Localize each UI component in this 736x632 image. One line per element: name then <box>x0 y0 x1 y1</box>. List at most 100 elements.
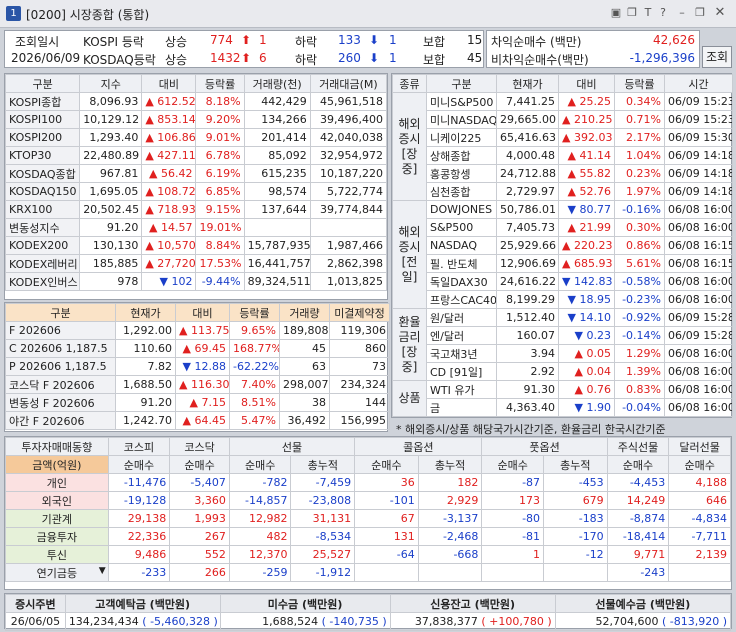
table-row[interactable]: CD [91일] 2.92 ▲ 0.04 1.39% 06/08 16:00 <box>393 362 733 381</box>
close-icon[interactable]: ✕ <box>714 6 726 19</box>
index-name: KTOP30 <box>4 146 81 165</box>
investor-value: 12,982 <box>228 509 292 528</box>
investor-value: -183 <box>543 509 608 528</box>
group-header: 풋옵션 <box>481 437 608 456</box>
investor-value: 267 <box>169 527 230 546</box>
futures-change: ▲ 69.45 <box>175 339 230 358</box>
overseas-name: 원/달러 <box>426 308 497 327</box>
limit-up-count: 6 <box>259 51 267 65</box>
table-row[interactable]: 국고채3년 3.94 ▲ 0.05 1.29% 06/08 16:00 <box>393 344 733 363</box>
table-row[interactable]: KODEX레버리 185,885 ▲ 27,720 17.53% 16,441,757 2… <box>4 254 388 273</box>
table-row[interactable]: 야간 F 202606 1,242.70 ▲ 64.45 5.47% 36,492 156… <box>5 411 390 430</box>
overseas-rate: -0.16% <box>614 200 665 219</box>
restore-icon[interactable]: ❐ <box>694 7 706 19</box>
index-name: KODEX인버스 <box>4 272 81 291</box>
group-header: 콜옵션 <box>354 437 483 456</box>
futures-deposit: 52,704,600 ( -813,920 ) <box>554 612 732 631</box>
investor-value: 9,771 <box>606 545 670 564</box>
table-row[interactable]: 코스닥 F 202606 1,688.50 ▲ 116.30 7.40% 298,007… <box>5 375 390 394</box>
table-row[interactable]: NASDAQ 25,929.66 ▲ 220.23 0.86% 06/08 16:15 <box>393 236 733 255</box>
table-row[interactable]: KOSDAQ150 1,695.05 ▲ 108.72 6.85% 98,574 5,72… <box>4 182 388 201</box>
column-header: 구분 <box>5 303 116 322</box>
overseas-change: ▲ 25.25 <box>558 92 615 111</box>
table-row[interactable]: F 202606 1,292.00 ▲ 113.75 9.65% 189,808 119,… <box>5 321 390 340</box>
table-row[interactable]: 금융투자 22,336 267 482 -8,534 131 -2,468 -81 -170 -1… <box>5 527 731 546</box>
column-header: 순매수 <box>354 455 419 474</box>
table-row[interactable]: 투신 9,486 552 12,370 25,527 -64 -668 1 -12 9,771 2,… <box>5 545 731 564</box>
column-header: 총누적 <box>290 455 356 474</box>
table-row[interactable]: 엔/달러 160.07 ▼ 0.23 -0.14% 06/09 15:28 <box>393 326 733 345</box>
table-row[interactable]: 심천종합 2,729.97 ▲ 52.76 1.97% 06/09 14:18 <box>393 182 733 201</box>
table-row[interactable]: KOSDAQ종합 967.81 ▲ 56.42 6.19% 615,235 10,187,… <box>4 164 388 183</box>
investor-value: -7,459 <box>290 473 356 492</box>
overseas-rate: 1.39% <box>614 362 665 381</box>
query-date[interactable]: 2026/06/09 <box>11 51 80 65</box>
investor-value: 552 <box>169 545 230 564</box>
investor-value: 25,527 <box>290 545 356 564</box>
group-header: 선물 <box>228 437 356 456</box>
investor-value: -453 <box>543 473 608 492</box>
table-row[interactable]: 금 4,363.40 ▼ 1.90 -0.04% 06/08 16:00 <box>393 398 733 417</box>
down-label: 하락 <box>295 35 318 49</box>
table-row[interactable]: KOSPI200 1,293.40 ▲ 106.86 9.01% 201,414 42,0… <box>4 128 388 147</box>
overseas-rate: 0.30% <box>614 218 665 237</box>
investor-value: -8,874 <box>606 509 670 528</box>
limit-up-count: 1 <box>259 33 267 47</box>
table-row[interactable]: 상품 WTI 유가 91.30 ▲ 0.76 0.83% 06/08 16:00 <box>392 380 733 417</box>
table-row[interactable]: 필. 반도체 12,906.69 ▲ 685.93 5.61% 06/08 16:15 <box>393 254 733 273</box>
overseas-change: ▼ 80.77 <box>558 200 615 219</box>
index-rate: 19.01% <box>195 218 245 237</box>
table-row[interactable]: S&P500 7,405.73 ▲ 21.99 0.30% 06/08 16:00 <box>393 218 733 237</box>
table-row[interactable]: 기관계 29,138 1,993 12,982 31,131 67 -3,137 -80 -18… <box>5 509 731 528</box>
table-row[interactable]: 상해종합 4,000.48 ▲ 41.14 1.04% 06/09 14:18 <box>393 146 733 165</box>
table-row[interactable]: P 202606 1,187.5 7.82 ▼ 12.88 -62.22% 63 73 <box>5 357 390 376</box>
dropdown-icon[interactable]: ▼ <box>99 566 106 576</box>
column-header: 시간 <box>664 74 733 93</box>
help-icon[interactable]: ? <box>657 7 669 19</box>
table-row[interactable]: KODEX200 130,130 ▲ 10,570 8.84% 15,787,935 1,… <box>4 236 388 255</box>
table-row[interactable]: 환율 금리 [장중] 원/달러 1,512.40 ▼ 14.10 -0.92% 06/09… <box>392 308 733 381</box>
index-name: KOSDAQ150 <box>4 182 81 201</box>
table-row[interactable]: 니케이225 65,416.63 ▲ 392.03 2.17% 06/09 15:30 <box>393 128 733 147</box>
table-row[interactable]: KRX100 20,502.45 ▲ 718.93 9.15% 137,644 39,77… <box>4 200 388 219</box>
column-header: 대비 <box>558 74 615 93</box>
text-size-icon[interactable]: T <box>642 7 654 19</box>
table-row[interactable]: 변동성 F 202606 91.20 ▲ 7.15 8.51% 38 144 <box>5 393 390 412</box>
index-value: 185,885 <box>79 254 143 273</box>
minimize-icon[interactable]: – <box>676 7 688 19</box>
table-row[interactable]: 외국인 -19,128 3,360 -14,857 -23,808 -101 2,929 17… <box>5 491 731 510</box>
overseas-name: NASDAQ <box>426 236 497 255</box>
investor-value: 266 <box>169 563 230 582</box>
column-header: 순매수 <box>606 455 670 474</box>
index-rate: 6.19% <box>195 164 245 183</box>
overseas-price: 91.30 <box>496 380 559 399</box>
table-row[interactable]: KODEX인버스 978 ▼ 102 -9.44% 89,324,511 1,013,82… <box>4 272 388 291</box>
table-row[interactable]: KOSPI종합 8,096.93 ▲ 612.52 8.18% 442,429 45,96… <box>4 92 388 111</box>
index-value: 1,695.05 <box>79 182 143 201</box>
table-row[interactable]: 변동성지수 91.20 ▲ 14.57 19.01% <box>4 218 388 237</box>
overseas-change: ▲ 220.23 <box>558 236 615 255</box>
table-row[interactable]: 미니NASDAQ 29,665.00 ▲ 210.25 0.71% 06/09 15:2… <box>393 110 733 129</box>
table-row[interactable]: 연기금등 ▼ -233 266 -259 -1,912 -243 <box>5 563 731 582</box>
table-row[interactable]: 해외 증시 [전일] DOWJONES 50,786.01 ▼ 80.77 -0.16%… <box>392 200 733 309</box>
table-row[interactable]: 해외 증시 [장중] 미니S&P500 7,441.25 ▲ 25.25 0.34% 06… <box>392 92 733 201</box>
table-row[interactable]: KOSPI100 10,129.12 ▲ 853.14 9.20% 134,266 39,… <box>4 110 388 129</box>
investor-value: 131 <box>354 527 419 546</box>
window-split-icon[interactable]: ▣ <box>610 7 622 19</box>
market-funds-panel: 증시주변 고객예탁금 (백만원) 미수금 (백만원) 신용잔고 (백만원) 선물예수금 … <box>4 593 732 631</box>
investor-value: -170 <box>543 527 608 546</box>
investor-value: 29,138 <box>107 509 171 528</box>
down-arrow-icon: ⬇ <box>369 51 380 65</box>
table-row[interactable]: 독일DAX30 24,616.22 ▼ 142.83 -0.58% 06/08 16:0… <box>393 272 733 291</box>
window-copy-icon[interactable]: ❐ <box>626 7 638 19</box>
table-row[interactable]: 개인 -11,476 -5,407 -782 -7,459 36 182 -87 -453 -4,… <box>5 473 731 492</box>
overseas-price: 25,929.66 <box>496 236 559 255</box>
table-row[interactable]: 홍콩항셍 24,712.88 ▲ 55.82 0.23% 06/09 14:18 <box>393 164 733 183</box>
overseas-change: ▲ 41.14 <box>558 146 615 165</box>
query-button[interactable]: 조회 <box>702 46 732 68</box>
overseas-price: 29,665.00 <box>496 110 559 129</box>
table-row[interactable]: KTOP30 22,480.89 ▲ 427.11 6.78% 85,092 32,954… <box>4 146 388 165</box>
overseas-rate: -0.58% <box>614 272 665 291</box>
table-row[interactable]: 프랑스CAC40 8,199.29 ▼ 18.95 -0.23% 06/08 16:00 <box>393 290 733 309</box>
table-row[interactable]: C 202606 1,187.5 110.60 ▲ 69.45 168.77% 45 86… <box>5 339 390 358</box>
